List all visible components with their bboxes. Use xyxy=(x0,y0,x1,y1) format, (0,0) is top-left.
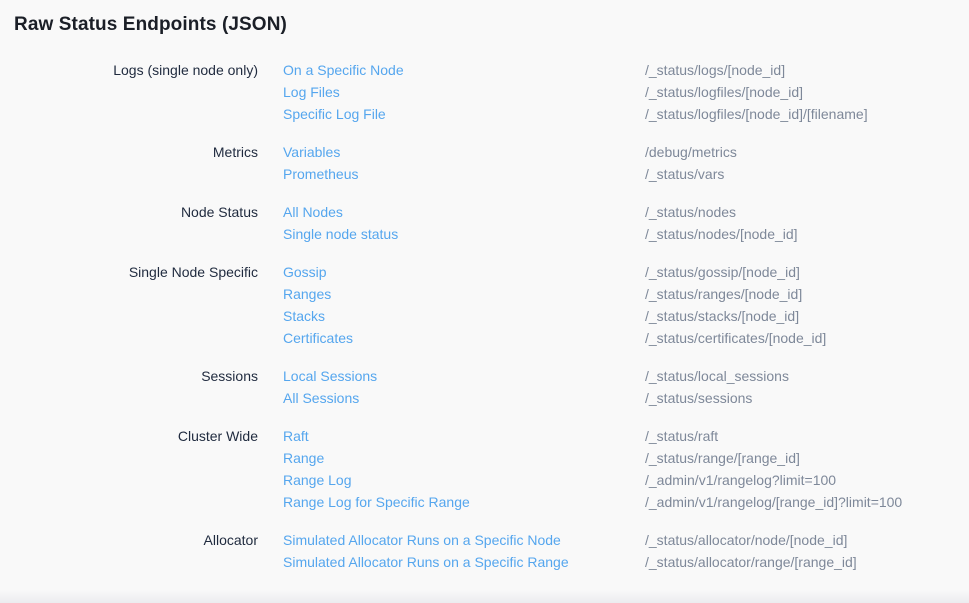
endpoint-group: SessionsLocal SessionsAll Sessions/_stat… xyxy=(14,365,955,409)
endpoint-path: /_status/ranges/[node_id] xyxy=(645,283,955,305)
path-column: /_status/allocator/node/[node_id]/_statu… xyxy=(645,529,955,573)
link-column: GossipRangesStacksCertificates xyxy=(258,261,645,349)
endpoint-link[interactable]: Gossip xyxy=(283,261,645,283)
path-column: /_status/logs/[node_id]/_status/logfiles… xyxy=(645,59,955,125)
endpoint-link[interactable]: All Sessions xyxy=(283,387,645,409)
endpoint-path: /_status/vars xyxy=(645,163,955,185)
link-column: RaftRangeRange LogRange Log for Specific… xyxy=(258,425,645,513)
endpoint-link[interactable]: Variables xyxy=(283,141,645,163)
endpoint-link[interactable]: Single node status xyxy=(283,223,645,245)
endpoint-group: Node StatusAll NodesSingle node status/_… xyxy=(14,201,955,245)
endpoint-path: /_admin/v1/rangelog?limit=100 xyxy=(645,469,955,491)
path-column: /_status/nodes/_status/nodes/[node_id] xyxy=(645,201,955,245)
endpoint-link[interactable]: Ranges xyxy=(283,283,645,305)
endpoint-group: MetricsVariablesPrometheus/debug/metrics… xyxy=(14,141,955,185)
endpoint-path: /_status/range/[range_id] xyxy=(645,447,955,469)
endpoint-path: /_status/nodes xyxy=(645,201,955,223)
endpoint-link[interactable]: Range Log xyxy=(283,469,645,491)
link-column: Local SessionsAll Sessions xyxy=(258,365,645,409)
endpoint-group: Logs (single node only)On a Specific Nod… xyxy=(14,59,955,125)
endpoint-path: /_status/gossip/[node_id] xyxy=(645,261,955,283)
endpoint-link[interactable]: Raft xyxy=(283,425,645,447)
endpoint-link[interactable]: Range xyxy=(283,447,645,469)
link-column: VariablesPrometheus xyxy=(258,141,645,185)
endpoint-path: /_status/logfiles/[node_id] xyxy=(645,81,955,103)
endpoint-path: /_status/logs/[node_id] xyxy=(645,59,955,81)
category-label: Node Status xyxy=(14,201,258,245)
category-label: Cluster Wide xyxy=(14,425,258,513)
page-title: Raw Status Endpoints (JSON) xyxy=(14,14,955,36)
endpoint-link[interactable]: Prometheus xyxy=(283,163,645,185)
category-label: Allocator xyxy=(14,529,258,573)
endpoint-group: Cluster WideRaftRangeRange LogRange Log … xyxy=(14,425,955,513)
bottom-fade-divider xyxy=(0,590,969,603)
endpoint-link[interactable]: Simulated Allocator Runs on a Specific N… xyxy=(283,529,645,551)
endpoint-link[interactable]: Range Log for Specific Range xyxy=(283,491,645,513)
endpoint-link[interactable]: Log Files xyxy=(283,81,645,103)
endpoint-link[interactable]: Stacks xyxy=(283,305,645,327)
endpoint-link[interactable]: On a Specific Node xyxy=(283,59,645,81)
endpoint-link[interactable]: Local Sessions xyxy=(283,365,645,387)
category-label: Logs (single node only) xyxy=(14,59,258,125)
endpoint-path: /_status/logfiles/[node_id]/[filename] xyxy=(645,103,955,125)
path-column: /debug/metrics/_status/vars xyxy=(645,141,955,185)
endpoint-path: /_status/raft xyxy=(645,425,955,447)
endpoint-path: /debug/metrics xyxy=(645,141,955,163)
endpoint-path: /_status/sessions xyxy=(645,387,955,409)
category-label: Metrics xyxy=(14,141,258,185)
debug-endpoints-page: Raw Status Endpoints (JSON) Logs (single… xyxy=(0,0,969,573)
endpoint-path: /_status/nodes/[node_id] xyxy=(645,223,955,245)
endpoint-path: /_status/allocator/node/[node_id] xyxy=(645,529,955,551)
link-column: On a Specific NodeLog FilesSpecific Log … xyxy=(258,59,645,125)
endpoint-path: /_status/certificates/[node_id] xyxy=(645,327,955,349)
path-column: /_status/local_sessions/_status/sessions xyxy=(645,365,955,409)
endpoint-path: /_admin/v1/rangelog/[range_id]?limit=100 xyxy=(645,491,955,513)
endpoint-link[interactable]: Certificates xyxy=(283,327,645,349)
endpoint-path: /_status/stacks/[node_id] xyxy=(645,305,955,327)
category-label: Single Node Specific xyxy=(14,261,258,349)
link-column: All NodesSingle node status xyxy=(258,201,645,245)
path-column: /_status/raft/_status/range/[range_id]/_… xyxy=(645,425,955,513)
endpoint-link[interactable]: Simulated Allocator Runs on a Specific R… xyxy=(283,551,645,573)
link-column: Simulated Allocator Runs on a Specific N… xyxy=(258,529,645,573)
endpoint-link[interactable]: Specific Log File xyxy=(283,103,645,125)
endpoint-link[interactable]: All Nodes xyxy=(283,201,645,223)
endpoint-path: /_status/allocator/range/[range_id] xyxy=(645,551,955,573)
endpoint-group: Allocator Simulated Allocator Runs on a S… xyxy=(14,529,955,573)
endpoint-group: Single Node SpecificGossipRangesStacksCe… xyxy=(14,261,955,349)
path-column: /_status/gossip/[node_id]/_status/ranges… xyxy=(645,261,955,349)
endpoint-path: /_status/local_sessions xyxy=(645,365,955,387)
endpoint-groups: Logs (single node only)On a Specific Nod… xyxy=(14,59,955,573)
category-label: Sessions xyxy=(14,365,258,409)
